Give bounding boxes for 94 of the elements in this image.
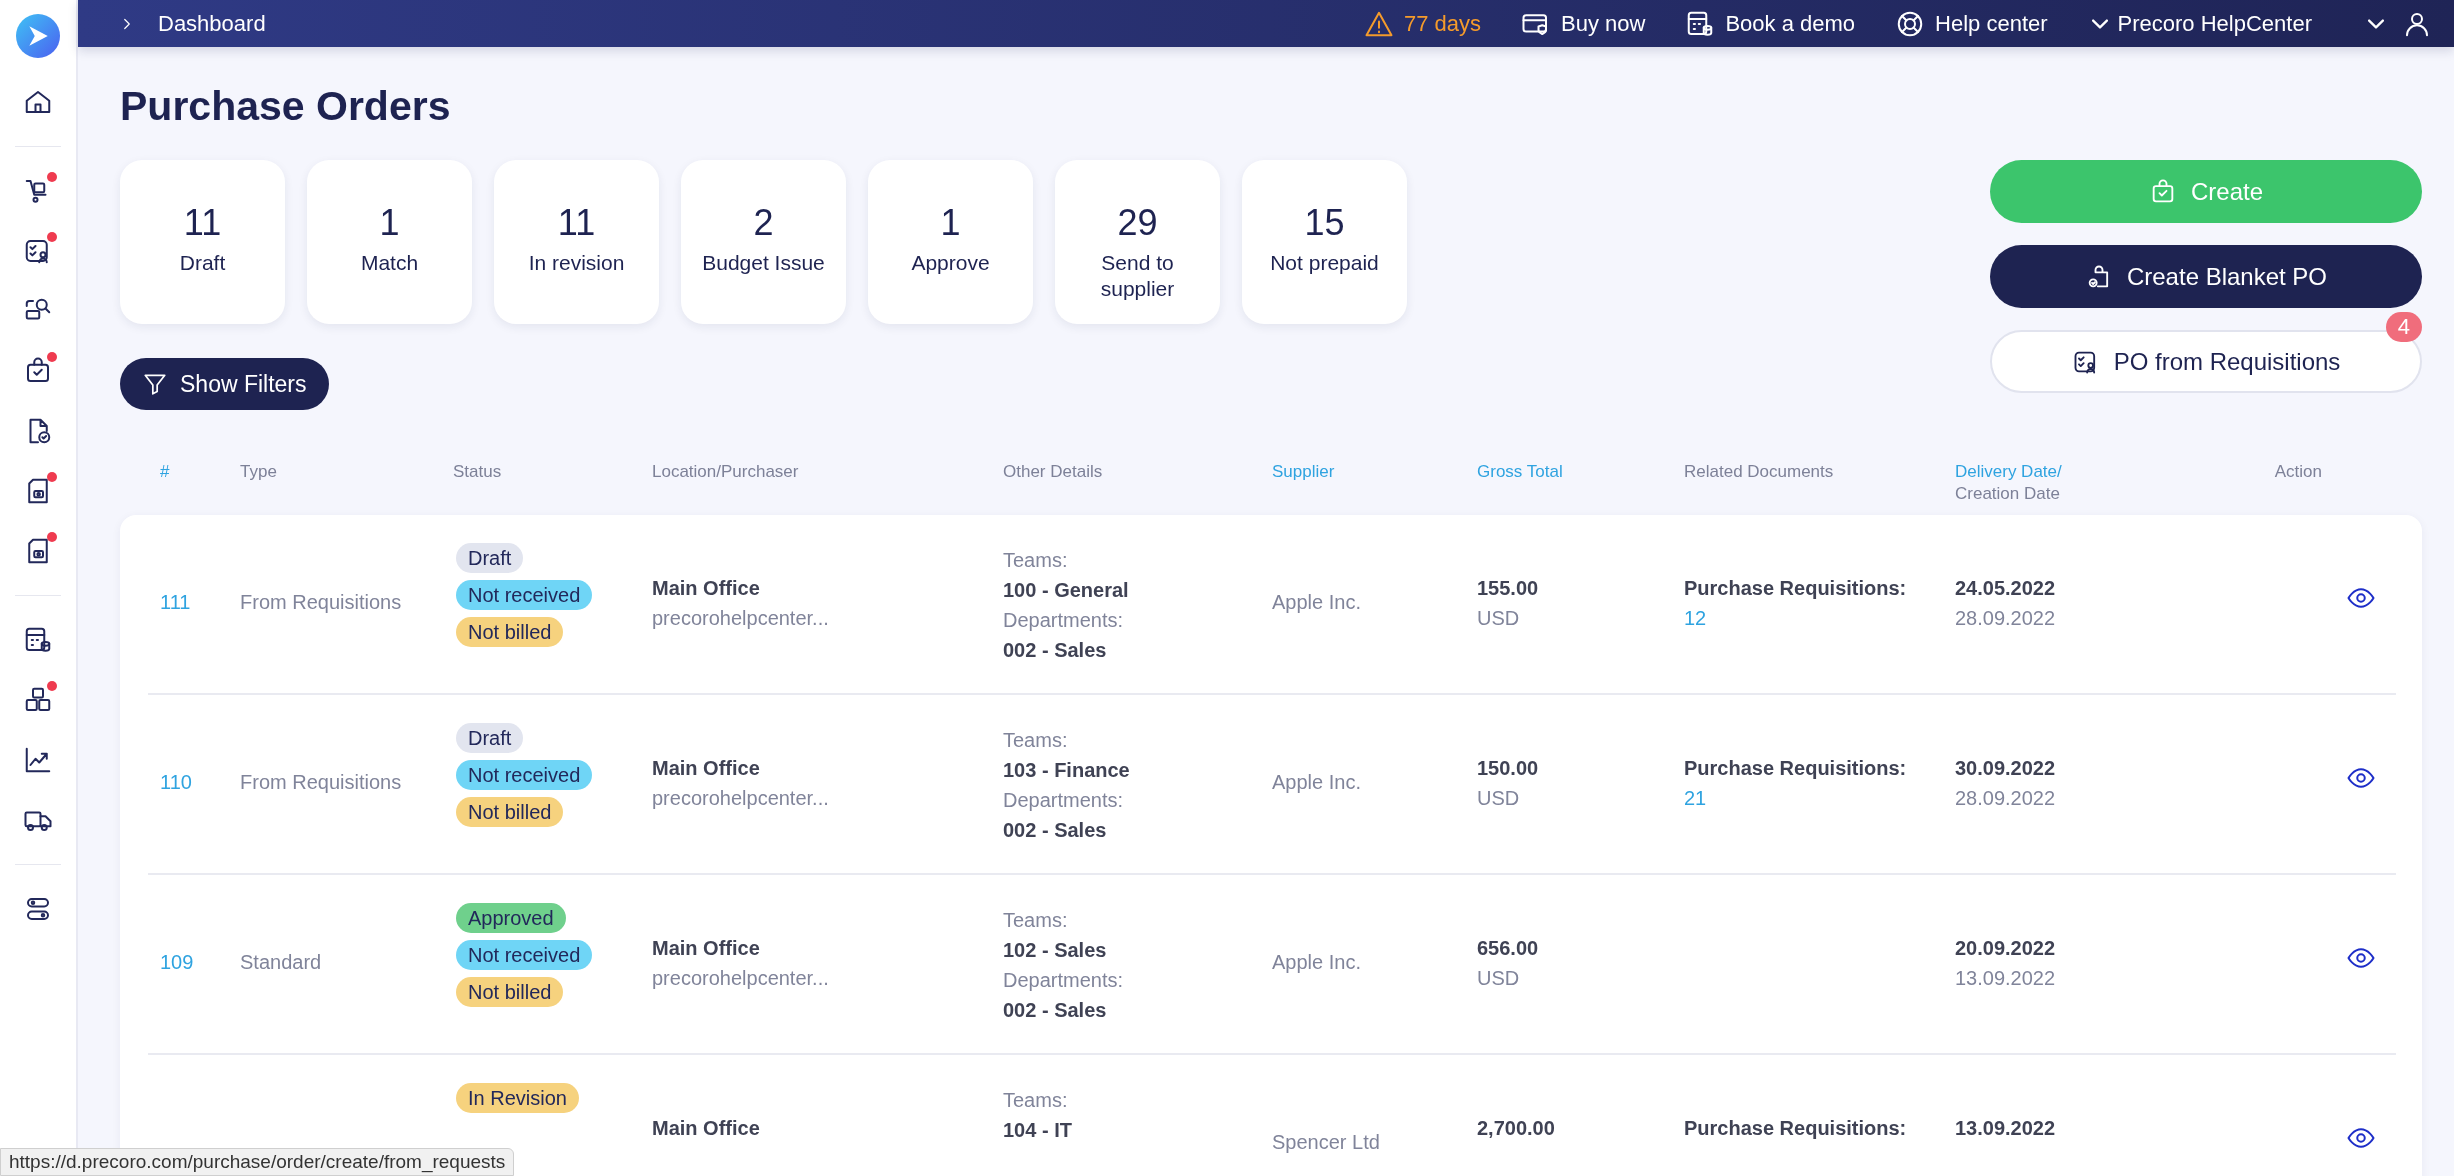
department: 002 - Sales xyxy=(1003,818,1108,843)
detail-label: Teams: xyxy=(1003,548,1069,573)
detail-label: Departments: xyxy=(1003,608,1125,633)
department: 002 - Sales xyxy=(1003,998,1108,1023)
status-badge: Not billed xyxy=(456,977,564,1007)
summary-count: 11 xyxy=(557,202,596,244)
related-label: Purchase Requisitions: xyxy=(1684,576,1908,601)
supplier: Apple Inc. xyxy=(1272,950,1362,975)
gross-total: 656.00 xyxy=(1477,936,1540,961)
topbar-link[interactable]: Buy now xyxy=(1561,10,1646,37)
status-badge: Not received xyxy=(456,760,593,790)
supplier: Spencer Ltd xyxy=(1272,1130,1381,1155)
column-header: Type xyxy=(240,461,278,483)
detail-label: Teams: xyxy=(1003,728,1069,753)
summary-count: 15 xyxy=(1304,202,1345,244)
team: 102 - Sales xyxy=(1003,938,1108,963)
summary-card[interactable]: 15 Not prepaid xyxy=(1242,160,1407,324)
supplier: Apple Inc. xyxy=(1272,770,1362,795)
summary-card[interactable]: 1 Match xyxy=(307,160,472,324)
topbar-link[interactable]: Help center xyxy=(1935,10,2048,37)
gross-total: 2,700.00 xyxy=(1477,1116,1556,1141)
summary-card[interactable]: 2 Budget Issue xyxy=(681,160,846,324)
status-badge: Not received xyxy=(456,940,593,970)
summary-card[interactable]: 11 Draft xyxy=(120,160,285,324)
creation-date: 28.09.2022 xyxy=(1955,606,2057,631)
trial-days: 77 days xyxy=(1403,10,1481,37)
order-type: From Requisitions xyxy=(240,590,403,615)
detail-label: Departments: xyxy=(1003,968,1125,993)
delivery-date: 20.09.2022 xyxy=(1955,936,2057,961)
team: 104 - IT xyxy=(1003,1118,1073,1143)
column-header: Related Documents xyxy=(1684,461,1835,483)
summary-label: Draft xyxy=(179,250,226,276)
breadcrumb[interactable]: Dashboard xyxy=(158,10,266,37)
show-filters-button[interactable]: Show Filters xyxy=(120,358,329,410)
team: 103 - Finance xyxy=(1003,758,1131,783)
summary-label: Budget Issue xyxy=(702,250,825,276)
supplier: Apple Inc. xyxy=(1272,590,1362,615)
purchaser: precorohelpcenter... xyxy=(652,786,830,811)
summary-label: Approve xyxy=(911,250,990,276)
summary-label: Match xyxy=(360,250,419,276)
topbar-link[interactable]: Book a demo xyxy=(1725,10,1856,37)
page-title: Purchase Orders xyxy=(120,83,452,130)
currency: USD xyxy=(1477,606,1521,631)
summary-card[interactable]: 11 In revision xyxy=(494,160,659,324)
creation-date: 28.09.2022 xyxy=(1955,786,2057,811)
summary-card[interactable]: 29 Send to supplier xyxy=(1055,160,1220,324)
summary-card[interactable]: 1 Approve xyxy=(868,160,1033,324)
location: Main Office xyxy=(652,1116,761,1141)
status-badge: Draft xyxy=(456,723,524,753)
order-type: Standard xyxy=(240,950,323,975)
order-type: From Requisitions xyxy=(240,770,403,795)
gross-total: 155.00 xyxy=(1477,576,1540,601)
summary-count: 11 xyxy=(183,202,222,244)
summary-label: In revision xyxy=(528,250,625,276)
purchaser: precorohelpcenter... xyxy=(652,966,830,991)
department: 002 - Sales xyxy=(1003,638,1108,663)
detail-label: Departments: xyxy=(1003,788,1125,813)
status-badge: Not received xyxy=(456,580,593,610)
action-button[interactable]: Create Blanket PO xyxy=(1990,245,2422,308)
location: Main Office xyxy=(652,756,761,781)
delivery-date: 24.05.2022 xyxy=(1955,576,2057,601)
column-subheader: Creation Date xyxy=(1955,483,2061,506)
creation-date: 13.09.2022 xyxy=(1955,966,2057,991)
team: 100 - General xyxy=(1003,578,1130,603)
summary-count: 1 xyxy=(379,202,400,244)
summary-label: Not prepaid xyxy=(1270,250,1379,276)
location: Main Office xyxy=(652,576,761,601)
detail-label: Teams: xyxy=(1003,908,1069,933)
status-badge: Approved xyxy=(456,903,566,933)
location: Main Office xyxy=(652,936,761,961)
currency: USD xyxy=(1477,966,1521,991)
account-name[interactable]: Precoro HelpCenter xyxy=(2117,10,2312,37)
column-header: Other Details xyxy=(1003,461,1104,483)
column-header: Status xyxy=(453,461,503,483)
status-badge: In Revision xyxy=(456,1083,579,1113)
column-header: Action xyxy=(2274,461,2322,483)
delivery-date: 13.09.2022 xyxy=(1955,1116,2057,1141)
status-badge: Not billed xyxy=(456,617,564,647)
summary-label: Send to supplier xyxy=(1099,250,1176,303)
count-badge: 4 xyxy=(2385,312,2422,342)
column-header: Location/Purchaser xyxy=(652,461,800,483)
related-label: Purchase Requisitions: xyxy=(1684,756,1908,781)
detail-label: Teams: xyxy=(1003,1088,1069,1113)
gross-total: 150.00 xyxy=(1477,756,1540,781)
purchaser: precorohelpcenter... xyxy=(652,606,830,631)
summary-count: 1 xyxy=(940,202,961,244)
currency: USD xyxy=(1477,786,1521,811)
summary-count: 2 xyxy=(753,202,774,244)
delivery-date: 30.09.2022 xyxy=(1955,756,2057,781)
related-label: Purchase Requisitions: xyxy=(1684,1116,1908,1141)
status-badge: Not billed xyxy=(456,797,564,827)
link-preview-tooltip: https://d.precoro.com/purchase/order/create/from_requests xyxy=(0,1148,515,1176)
status-badge: Draft xyxy=(456,543,524,573)
summary-count: 29 xyxy=(1117,202,1158,244)
